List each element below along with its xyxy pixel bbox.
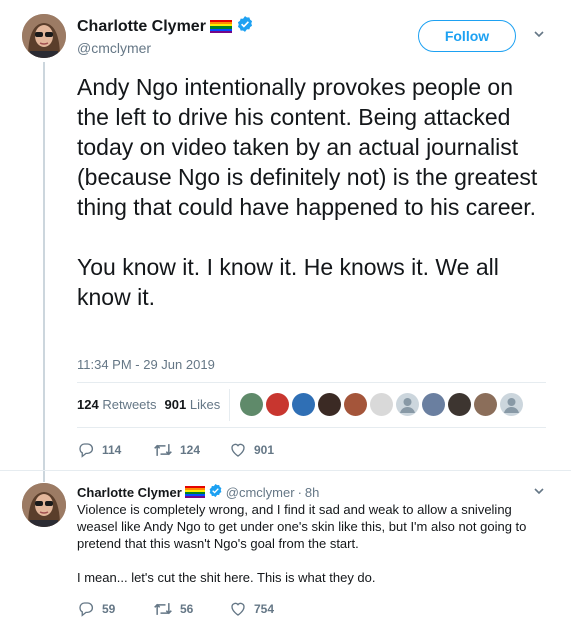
- engagement-stats: 124 Retweets 901 Likes: [77, 397, 220, 412]
- handle[interactable]: @cmclymer: [77, 40, 151, 56]
- retweets-stat[interactable]: 124 Retweets: [77, 397, 157, 412]
- liker-avatar[interactable]: [500, 393, 523, 416]
- reply-avatar[interactable]: [22, 483, 66, 527]
- stats-separator: [229, 389, 230, 421]
- liker-avatars: [240, 393, 523, 416]
- liker-avatar[interactable]: [292, 393, 315, 416]
- reply-icon: [79, 602, 94, 617]
- liker-avatar[interactable]: [344, 393, 367, 416]
- follow-button[interactable]: Follow: [418, 20, 516, 52]
- reply-display-name[interactable]: Charlotte Clymer: [77, 485, 182, 500]
- likes-count: 901: [164, 397, 187, 412]
- display-name[interactable]: Charlotte Clymer: [77, 18, 206, 36]
- retweets-label: Retweets: [102, 397, 157, 412]
- liker-avatar[interactable]: [318, 393, 341, 416]
- liker-avatar[interactable]: [396, 393, 419, 416]
- liker-avatar[interactable]: [240, 393, 263, 416]
- likes-label: Likes: [189, 397, 221, 412]
- reply-button[interactable]: 114: [77, 441, 153, 459]
- liker-avatar[interactable]: [370, 393, 393, 416]
- retweets-count: 124: [77, 397, 99, 412]
- liker-avatar[interactable]: [422, 393, 445, 416]
- retweet-button[interactable]: 56: [153, 600, 229, 618]
- reply-count: 114: [102, 443, 122, 457]
- chevron-down-icon[interactable]: [533, 28, 545, 43]
- liker-avatar[interactable]: [474, 393, 497, 416]
- retweet-icon: [154, 444, 172, 456]
- reply-count: 59: [102, 602, 116, 616]
- divider: [0, 470, 571, 471]
- heart-icon: [231, 443, 245, 457]
- liker-avatar[interactable]: [448, 393, 471, 416]
- retweet-icon: [154, 603, 172, 615]
- like-count: 901: [254, 443, 275, 457]
- liker-avatar[interactable]: [266, 393, 289, 416]
- tweet-actions: 114 124 901: [77, 441, 274, 459]
- likes-stat[interactable]: 901 Likes: [165, 397, 221, 412]
- reply-actions: 59 56 754: [77, 600, 274, 618]
- tweet-text: Andy Ngo intentionally provokes people o…: [77, 74, 538, 310]
- divider: [77, 382, 546, 383]
- tweet-timestamp[interactable]: 11:34 PM - 29 Jun 2019: [77, 357, 215, 372]
- like-button[interactable]: 754: [229, 600, 274, 618]
- reply-text: Violence is completely wrong, and I find…: [77, 502, 527, 585]
- rainbow-flag-icon: [184, 486, 205, 498]
- thread-line: [43, 62, 45, 482]
- like-button[interactable]: 901: [229, 441, 274, 459]
- divider: [77, 427, 546, 428]
- rainbow-flag-icon: [209, 19, 232, 34]
- reply-header: Charlotte Clymer @cmclymer · 8h: [77, 483, 319, 501]
- avatar[interactable]: [22, 14, 66, 58]
- verified-badge-icon: [208, 483, 223, 501]
- reply-separator: ·: [297, 484, 302, 500]
- chevron-down-icon[interactable]: [533, 485, 545, 500]
- retweet-button[interactable]: 124: [153, 441, 229, 459]
- reply-icon: [79, 443, 94, 458]
- like-count: 754: [254, 602, 275, 616]
- reply-time[interactable]: 8h: [305, 485, 319, 500]
- retweet-count: 124: [180, 443, 201, 457]
- retweet-count: 56: [180, 602, 194, 616]
- reply-button[interactable]: 59: [77, 600, 153, 618]
- heart-icon: [231, 602, 245, 616]
- reply-handle[interactable]: @cmclymer: [226, 485, 295, 500]
- verified-badge-icon: [236, 15, 254, 38]
